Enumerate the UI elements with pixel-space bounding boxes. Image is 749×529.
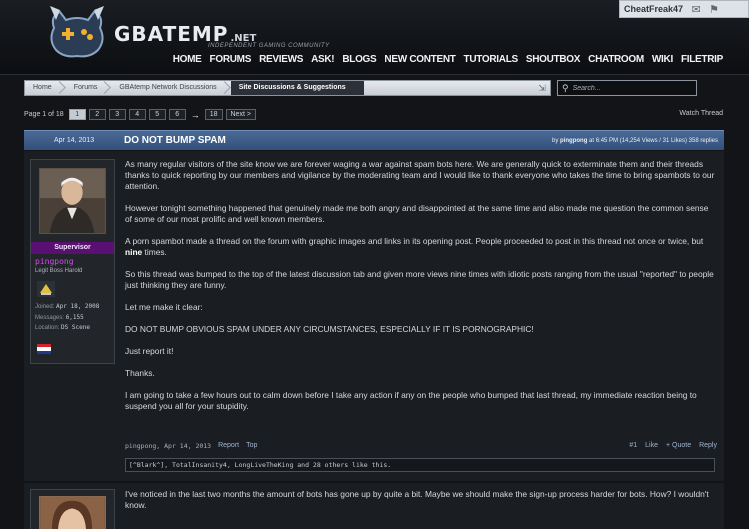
messages-label: Messages: (35, 314, 65, 321)
joined-label: Joined: (35, 304, 55, 310)
nav-reviews[interactable]: REVIEWS (255, 54, 307, 65)
post-paragraph: However tonight something happened that … (125, 203, 709, 224)
thread-meta-prefix: by (552, 138, 559, 144)
thread-meta: by pingpong at 6:45 PM (14,254 Views / 3… (552, 138, 718, 144)
nav-filetrip[interactable]: FILETRIP (677, 54, 727, 65)
nav-wiki[interactable]: WIKI (648, 54, 677, 65)
nav-new-content[interactable]: NEW CONTENT (380, 54, 459, 65)
location-label: Location: (35, 325, 60, 331)
thread-date: Apr 14, 2013 (54, 137, 95, 144)
next-page-button[interactable]: Next > (225, 109, 256, 120)
breadcrumb-forums[interactable]: Forums (66, 81, 112, 95)
page-6-button[interactable]: 6 (168, 109, 186, 120)
nav-chatroom[interactable]: CHATROOM (584, 54, 648, 65)
nav-shoutbox[interactable]: SHOUTBOX (522, 54, 584, 65)
page-label: Page 1 of 18 (24, 111, 64, 118)
nav-tutorials[interactable]: TUTORIALS (460, 54, 522, 65)
post-text: A porn spambot made a thread on the foru… (125, 236, 704, 246)
post-message: As many regular visitors of the site kno… (125, 159, 717, 423)
post-message: I've noticed in the last two months the … (125, 489, 709, 510)
post-paragraph: Just report it! (125, 346, 174, 356)
nav-ask[interactable]: ASK! (307, 54, 338, 65)
search-input[interactable] (572, 84, 683, 92)
page-3-button[interactable]: 3 (108, 109, 126, 120)
jump-menu-icon[interactable]: ⇲ (536, 82, 548, 94)
breadcrumb-home[interactable]: Home (25, 81, 66, 95)
account-box: CheatFreak47 ✉ ⚑ (619, 0, 749, 18)
search-icon[interactable]: ⚲ (562, 83, 569, 94)
thread-author-link[interactable]: pingpong (560, 138, 587, 144)
post-number[interactable]: #1 (629, 442, 637, 452)
post-paragraph: I am going to take a few hours out to ca… (125, 390, 697, 411)
site-tagline: INDEPENDENT GAMING COMMUNITY (208, 43, 330, 49)
quote-button[interactable]: + Quote (666, 442, 691, 452)
post-paragraph: A porn spambot made a thread on the foru… (125, 236, 717, 258)
role-badge: Supervisor (31, 242, 114, 254)
like-button[interactable]: Like (645, 442, 658, 452)
page-5-button[interactable]: 5 (148, 109, 166, 120)
post-author-stats: Joined: Apr 18, 2008 Messages: 6,155 Loc… (35, 302, 99, 334)
gamepad-logo-icon[interactable] (46, 6, 108, 62)
pagination: Page 1 of 18 1 2 3 4 5 6 → 18 Next > (24, 109, 256, 120)
nav-blogs[interactable]: BLOGS (338, 54, 380, 65)
post-author-title: Legit Boss Harold (35, 268, 83, 274)
thread-meta-stats: (14,254 Views / 31 Likes) 358 replies (619, 138, 718, 144)
likes-summary[interactable]: [^Blark^], TotalInsanity4, LongLiveTheKi… (125, 458, 715, 472)
inbox-icon[interactable]: ✉ (687, 1, 705, 17)
post-1: Supervisor pingpong Legit Boss Harold Jo… (24, 151, 724, 481)
post-paragraph: Let me make it clear: (125, 302, 203, 312)
site-header: GBATEMP .NET INDEPENDENT GAMING COMMUNITY… (0, 0, 749, 75)
flag-icon (37, 344, 51, 354)
thread-header: Apr 14, 2013 DO NOT BUMP SPAM by pingpon… (24, 130, 724, 150)
post-author-card (30, 489, 115, 529)
post-paragraph: DO NOT BUMP OBVIOUS SPAM UNDER ANY CIRCU… (125, 324, 534, 334)
thread-title: DO NOT BUMP SPAM (124, 135, 226, 146)
top-link[interactable]: Top (246, 442, 257, 452)
avatar[interactable] (39, 496, 106, 529)
post-footer: pingpong, Apr 14, 2013 Report Top #1 Lik… (125, 442, 717, 452)
breadcrumb-current[interactable]: Site Discussions & Suggestions (230, 81, 364, 95)
post-bold-text: nine (125, 247, 143, 257)
post-meta[interactable]: pingpong, Apr 14, 2013 (125, 442, 211, 452)
page-jump-arrow[interactable]: → (189, 110, 202, 120)
post-text: times. (142, 247, 167, 257)
breadcrumb-network-discussions[interactable]: GBAtemp Network Discussions (111, 81, 230, 95)
post-author-card: Supervisor pingpong Legit Boss Harold Jo… (30, 159, 115, 364)
report-link[interactable]: Report (218, 442, 239, 452)
page-18-button[interactable]: 18 (204, 109, 223, 120)
messages-value: 6,155 (65, 313, 84, 321)
search-box: ⚲ (557, 80, 697, 96)
trophy-badge-icon (37, 281, 55, 297)
breadcrumb: Home Forums GBAtemp Network Discussions … (24, 80, 551, 96)
page-4-button[interactable]: 4 (128, 109, 146, 120)
nav-forums[interactable]: FORUMS (206, 54, 256, 65)
post-paragraph: As many regular visitors of the site kno… (125, 159, 715, 191)
page-1-button[interactable]: 1 (68, 109, 86, 120)
thread-meta-time: at 6:45 PM (589, 138, 619, 144)
alerts-icon[interactable]: ⚑ (705, 1, 723, 17)
post-author-name[interactable]: pingpong (35, 257, 74, 266)
post-2: I've noticed in the last two months the … (24, 483, 724, 529)
joined-value: Apr 18, 2008 (56, 303, 100, 310)
main-nav: HOME FORUMS REVIEWS ASK! BLOGS NEW CONTE… (169, 54, 727, 65)
post-actions: #1 Like + Quote Reply (629, 442, 717, 452)
post-paragraph: Thanks. (125, 368, 155, 378)
account-username[interactable]: CheatFreak47 (620, 4, 687, 14)
avatar[interactable] (39, 168, 106, 234)
page-2-button[interactable]: 2 (88, 109, 106, 120)
location-value: DS Scene (61, 324, 90, 331)
watch-thread-link[interactable]: Watch Thread (679, 110, 723, 117)
post-paragraph: So this thread was bumped to the top of … (125, 269, 714, 290)
nav-home[interactable]: HOME (169, 54, 206, 65)
reply-button[interactable]: Reply (699, 442, 717, 452)
